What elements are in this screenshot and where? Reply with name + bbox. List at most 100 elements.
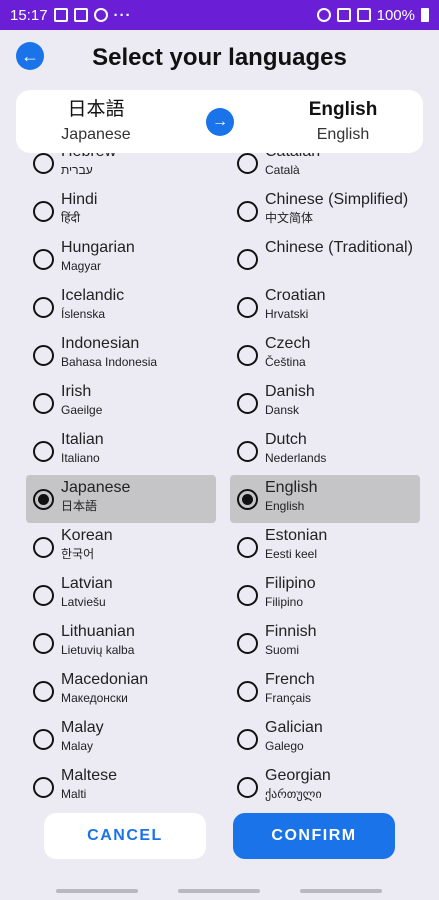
radio-checked-icon[interactable]	[33, 489, 54, 510]
language-option[interactable]: Filipino Filipino	[230, 571, 420, 619]
status-bar-left: 15:17 ···	[10, 7, 132, 24]
radio-unchecked-icon[interactable]	[237, 153, 258, 174]
language-option[interactable]: French Français	[230, 667, 420, 715]
language-option-native: Nederlands	[265, 451, 327, 465]
language-option-text: Latvian Latviešu	[61, 574, 216, 610]
language-option-name: Japanese	[61, 479, 131, 496]
language-option[interactable]: Latvian Latviešu	[26, 571, 216, 619]
radio-unchecked-icon[interactable]	[237, 729, 258, 750]
radio-unchecked-icon[interactable]	[33, 201, 54, 222]
language-option[interactable]: Hindi हिंदी	[26, 187, 216, 235]
nav-home-handle[interactable]	[178, 889, 260, 893]
source-language-list[interactable]: Hebrewעברית Hindi हिंदी Hungarian Magyar Icel…	[26, 153, 216, 803]
back-button[interactable]: ←	[16, 42, 44, 70]
radio-unchecked-icon[interactable]	[33, 729, 54, 750]
target-language-list[interactable]: CatalanCatalàChinese (Simplified)中文简体 Chi…	[230, 153, 420, 803]
language-option[interactable]: Danish Dansk	[230, 379, 420, 427]
status-time: 15:17	[10, 6, 48, 24]
language-option-name: Georgian	[265, 767, 331, 784]
language-option[interactable]: Korean 한국어	[26, 523, 216, 571]
language-option[interactable]: Japanese 日本語	[26, 475, 216, 523]
language-option-name: Chinese (Traditional)	[265, 239, 413, 256]
radio-unchecked-icon[interactable]	[237, 585, 258, 606]
radio-unchecked-icon[interactable]	[33, 777, 54, 798]
language-option[interactable]: Georgian ქართული	[230, 763, 420, 803]
language-option[interactable]: Lithuanian Lietuvių kalba	[26, 619, 216, 667]
radio-unchecked-icon[interactable]	[237, 249, 258, 270]
source-language[interactable]: 日本語 Japanese	[16, 98, 176, 144]
radio-checked-icon[interactable]	[237, 489, 258, 510]
language-option[interactable]: Irish Gaeilge	[26, 379, 216, 427]
nav-back-handle[interactable]	[300, 889, 382, 893]
radio-unchecked-icon[interactable]	[237, 681, 258, 702]
footer: CANCEL CONFIRM	[0, 805, 439, 900]
language-option-text: Croatian Hrvatski	[265, 286, 420, 322]
language-option-name: French	[265, 671, 315, 688]
language-option[interactable]: Chinese (Simplified) 中文简体	[230, 187, 420, 235]
wifi-signal-icon	[356, 8, 371, 22]
radio-unchecked-icon[interactable]	[33, 345, 54, 366]
language-option-text: Macedonian Македонски	[61, 670, 216, 706]
language-option-native: 한국어	[61, 547, 95, 561]
language-option[interactable]: Galician Galego	[230, 715, 420, 763]
language-option-native: Galego	[265, 739, 304, 753]
radio-unchecked-icon[interactable]	[33, 441, 54, 462]
language-option-native: Македонски	[61, 691, 128, 705]
language-option[interactable]: Estonian Eesti keel	[230, 523, 420, 571]
cancel-button[interactable]: CANCEL	[44, 813, 206, 859]
language-option[interactable]: Hebrewעברית	[26, 153, 216, 187]
language-option-native: Filipino	[265, 595, 304, 609]
radio-unchecked-icon[interactable]	[237, 633, 258, 654]
language-option[interactable]: CatalanCatalà	[230, 153, 420, 187]
radio-unchecked-icon[interactable]	[33, 393, 54, 414]
radio-unchecked-icon[interactable]	[33, 153, 54, 174]
radio-unchecked-icon[interactable]	[237, 441, 258, 462]
language-option-text: Icelandic Íslenska	[61, 286, 216, 322]
radio-unchecked-icon[interactable]	[237, 393, 258, 414]
language-option[interactable]: English English	[230, 475, 420, 523]
language-option-native: Français	[265, 691, 312, 705]
language-option-native: Hrvatski	[265, 307, 309, 321]
gallery-notification-icon	[73, 8, 88, 22]
radio-unchecked-icon[interactable]	[237, 297, 258, 318]
radio-unchecked-icon[interactable]	[237, 777, 258, 798]
language-option[interactable]: Finnish Suomi	[230, 619, 420, 667]
language-option-text: French Français	[265, 670, 420, 706]
language-option[interactable]: Hungarian Magyar	[26, 235, 216, 283]
radio-unchecked-icon[interactable]	[33, 633, 54, 654]
radio-unchecked-icon[interactable]	[237, 201, 258, 222]
status-bar-right: 100%	[316, 7, 429, 24]
language-option[interactable]: Malay Malay	[26, 715, 216, 763]
radio-unchecked-icon[interactable]	[237, 537, 258, 558]
confirm-button[interactable]: CONFIRM	[233, 813, 395, 859]
radio-unchecked-icon[interactable]	[33, 585, 54, 606]
language-option[interactable]: Maltese Malti	[26, 763, 216, 803]
language-option-name: Irish	[61, 383, 92, 400]
language-option[interactable]: Chinese (Traditional)	[230, 235, 420, 283]
language-option-name: Lithuanian	[61, 623, 135, 640]
language-option[interactable]: Croatian Hrvatski	[230, 283, 420, 331]
radio-unchecked-icon[interactable]	[33, 249, 54, 270]
language-pair-card: 日本語 Japanese → English English	[16, 90, 423, 153]
nav-recent-handle[interactable]	[56, 889, 138, 893]
language-option[interactable]: Czech Čeština	[230, 331, 420, 379]
target-language[interactable]: English English	[263, 98, 423, 144]
language-option-name: English	[265, 479, 318, 496]
direction-arrow-button[interactable]: →	[206, 108, 234, 136]
language-option-text: Estonian Eesti keel	[265, 526, 420, 562]
language-option[interactable]: Macedonian Македонски	[26, 667, 216, 715]
language-option[interactable]: Italian Italiano	[26, 427, 216, 475]
radio-unchecked-icon[interactable]	[33, 681, 54, 702]
language-lists[interactable]: Hebrewעברית Hindi हिंदी Hungarian Magyar Icel…	[0, 153, 439, 803]
radio-unchecked-icon[interactable]	[33, 297, 54, 318]
language-option-name: Hindi	[61, 191, 98, 208]
radio-unchecked-icon[interactable]	[237, 345, 258, 366]
language-option-native: Lietuvių kalba	[61, 643, 135, 657]
language-option-name: Maltese	[61, 767, 118, 784]
language-option-name: Catalan	[265, 153, 420, 162]
language-option[interactable]: Dutch Nederlands	[230, 427, 420, 475]
language-option[interactable]: Indonesian Bahasa Indonesia	[26, 331, 216, 379]
radio-unchecked-icon[interactable]	[33, 537, 54, 558]
language-option-native: ქართული	[265, 787, 322, 801]
language-option[interactable]: Icelandic Íslenska	[26, 283, 216, 331]
